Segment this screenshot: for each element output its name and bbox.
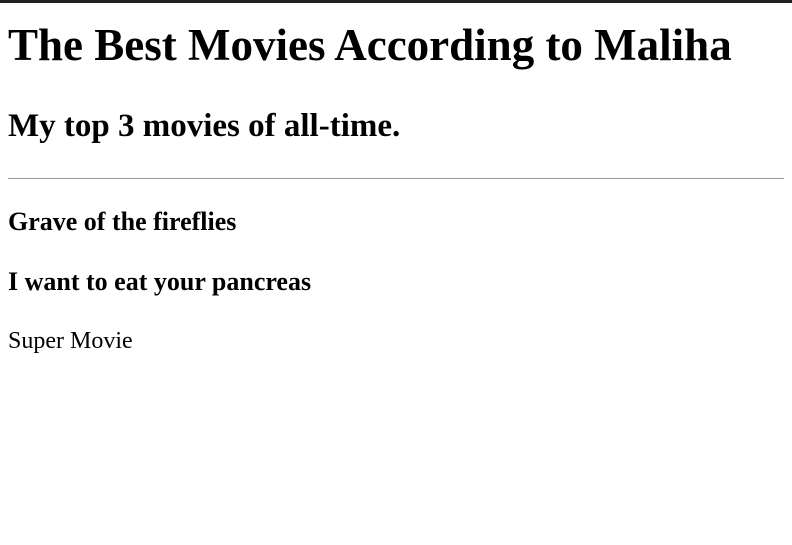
movie-title-2: I want to eat your pancreas	[8, 267, 312, 296]
divider	[8, 178, 784, 179]
page-subtitle: My top 3 movies of all-time.	[8, 108, 401, 144]
movie-list: Grave of the fireflies I want to eat you…	[8, 207, 784, 355]
page-body: { "page": { "title": "The Best Movies Ac…	[0, 0, 792, 545]
movie-note: Super Movie	[8, 328, 133, 354]
movie-title-1: Grave of the fireflies	[8, 207, 237, 236]
page-content: The Best Movies According to Maliha My t…	[0, 21, 792, 355]
page-title: The Best Movies According to Maliha	[8, 20, 732, 70]
